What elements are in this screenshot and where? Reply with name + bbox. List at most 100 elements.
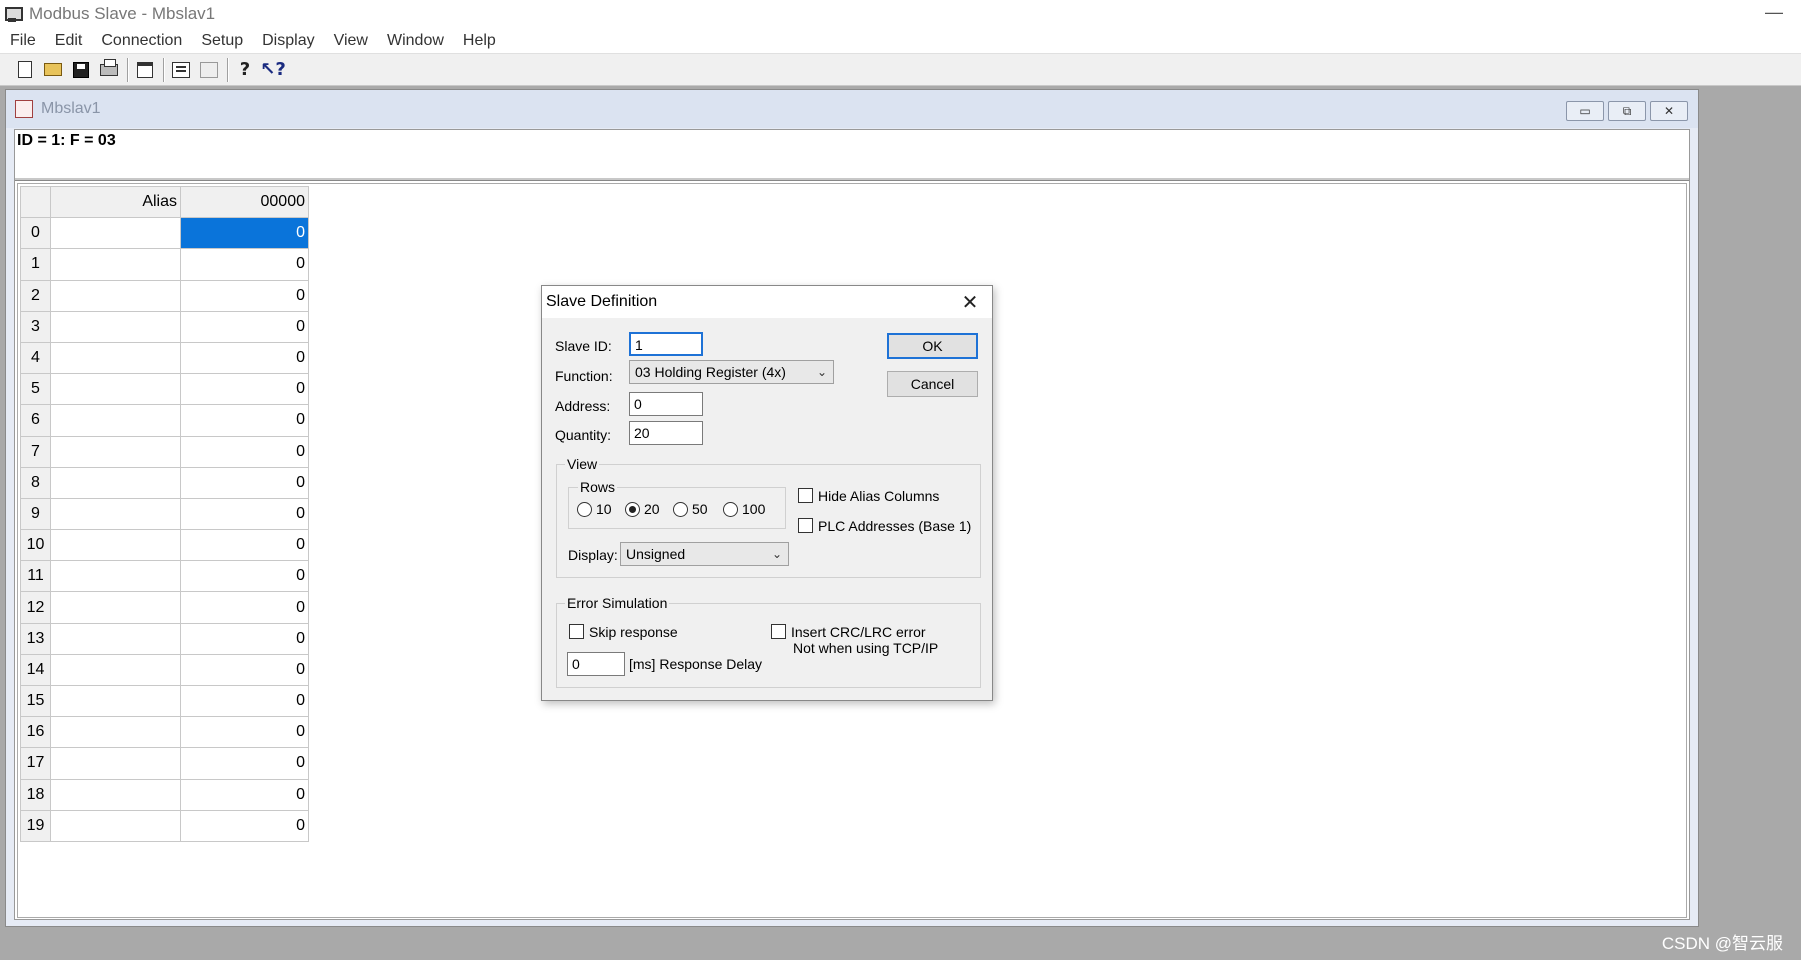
child-minimize-button[interactable]: ▭ [1566,101,1604,121]
menu-file[interactable]: File [10,32,36,50]
row-header[interactable]: 10 [20,529,51,562]
row-header[interactable]: 16 [20,716,51,749]
alias-cell[interactable] [50,778,181,811]
row-header[interactable]: 17 [20,747,51,780]
alias-cell[interactable] [50,404,181,437]
response-delay-field[interactable]: 0 [567,652,625,676]
register-value-cell[interactable]: 0 [180,310,309,343]
child-close-button[interactable]: ✕ [1650,101,1688,121]
row-header[interactable]: 12 [20,591,51,624]
menu-help[interactable]: Help [463,32,496,50]
disconnect-button[interactable] [196,57,222,83]
register-value-cell[interactable]: 0 [180,279,309,312]
ok-button[interactable]: OK [887,333,978,359]
register-value-cell[interactable]: 0 [180,653,309,687]
child-restore-button[interactable]: ⧉ [1608,101,1646,121]
row-header[interactable]: 3 [20,310,51,343]
rows-20-radio[interactable] [625,502,640,517]
menu-window[interactable]: Window [387,32,444,50]
register-value-cell[interactable]: 0 [180,497,309,531]
insert-crc-checkbox[interactable] [771,624,786,639]
alias-cell[interactable] [50,809,181,842]
alias-cell[interactable] [50,217,181,250]
help-button[interactable]: ? [232,57,258,83]
register-value-cell[interactable]: 0 [180,560,309,593]
alias-cell[interactable] [50,341,181,375]
address-column-header[interactable]: 00000 [180,185,309,219]
register-value-cell[interactable]: 0 [180,217,309,250]
alias-cell[interactable] [50,747,181,780]
window-button[interactable] [132,57,158,83]
alias-cell[interactable] [50,373,181,406]
alias-cell[interactable] [50,497,181,531]
row-header[interactable]: 2 [20,279,51,312]
register-value-cell[interactable]: 0 [180,529,309,562]
register-value-cell[interactable]: 0 [180,404,309,437]
dialog-close-icon[interactable]: ✕ [958,290,982,315]
register-value-cell[interactable]: 0 [180,466,309,499]
alias-cell[interactable] [50,716,181,749]
row-header[interactable]: 11 [20,560,51,593]
display-select[interactable]: Unsigned ⌄ [620,542,789,566]
register-value-cell[interactable]: 0 [180,622,309,655]
alias-cell[interactable] [50,622,181,655]
row-header[interactable]: 19 [20,809,51,842]
plc-addresses-checkbox[interactable] [798,518,813,533]
menu-edit[interactable]: Edit [55,32,83,50]
alias-cell[interactable] [50,248,181,281]
register-value-cell[interactable]: 0 [180,684,309,718]
register-value-cell[interactable]: 0 [180,716,309,749]
row-header[interactable]: 0 [20,217,51,250]
register-value-cell[interactable]: 0 [180,248,309,281]
menu-setup[interactable]: Setup [201,32,243,50]
print-button[interactable] [96,57,122,83]
alias-cell[interactable] [50,684,181,718]
row-header[interactable]: 13 [20,622,51,655]
register-value-cell[interactable]: 0 [180,591,309,624]
minimize-button[interactable]: — [1759,2,1789,23]
register-value-cell[interactable]: 0 [180,778,309,811]
row-header[interactable]: 5 [20,373,51,406]
cancel-button[interactable]: Cancel [887,371,978,397]
address-field[interactable]: 0 [629,392,703,416]
function-select[interactable]: 03 Holding Register (4x) ⌄ [629,360,834,384]
rows-10-radio[interactable] [577,502,592,517]
row-header[interactable]: 8 [20,466,51,499]
register-value-cell[interactable]: 0 [180,435,309,468]
alias-cell[interactable] [50,466,181,499]
row-header[interactable]: 9 [20,497,51,531]
skip-response-checkbox[interactable] [569,624,584,639]
slave-id-field[interactable]: 1 [629,332,703,356]
row-header[interactable]: 14 [20,653,51,687]
hide-alias-checkbox[interactable] [798,488,813,503]
register-value-cell[interactable]: 0 [180,747,309,780]
alias-cell[interactable] [50,529,181,562]
menu-display[interactable]: Display [262,32,314,50]
alias-cell[interactable] [50,560,181,593]
menu-view[interactable]: View [334,32,368,50]
new-button[interactable] [12,57,38,83]
alias-cell[interactable] [50,279,181,312]
quantity-field[interactable]: 20 [629,421,703,445]
row-header[interactable]: 15 [20,684,51,718]
row-header[interactable]: 4 [20,341,51,375]
menu-connection[interactable]: Connection [101,32,182,50]
row-header[interactable]: 18 [20,778,51,811]
register-value-cell[interactable]: 0 [180,341,309,375]
row-header[interactable]: 7 [20,435,51,468]
alias-cell[interactable] [50,653,181,687]
rows-100-radio[interactable] [723,502,738,517]
open-button[interactable] [40,57,66,83]
register-value-cell[interactable]: 0 [180,373,309,406]
alias-cell[interactable] [50,435,181,468]
row-header[interactable]: 1 [20,248,51,281]
alias-cell[interactable] [50,591,181,624]
connect-button[interactable] [168,57,194,83]
save-button[interactable] [68,57,94,83]
row-header[interactable]: 6 [20,404,51,437]
alias-column-header[interactable]: Alias [50,185,181,219]
register-value-cell[interactable]: 0 [180,809,309,842]
context-help-button[interactable]: ↖? [260,57,286,83]
alias-cell[interactable] [50,310,181,343]
rows-50-radio[interactable] [673,502,688,517]
